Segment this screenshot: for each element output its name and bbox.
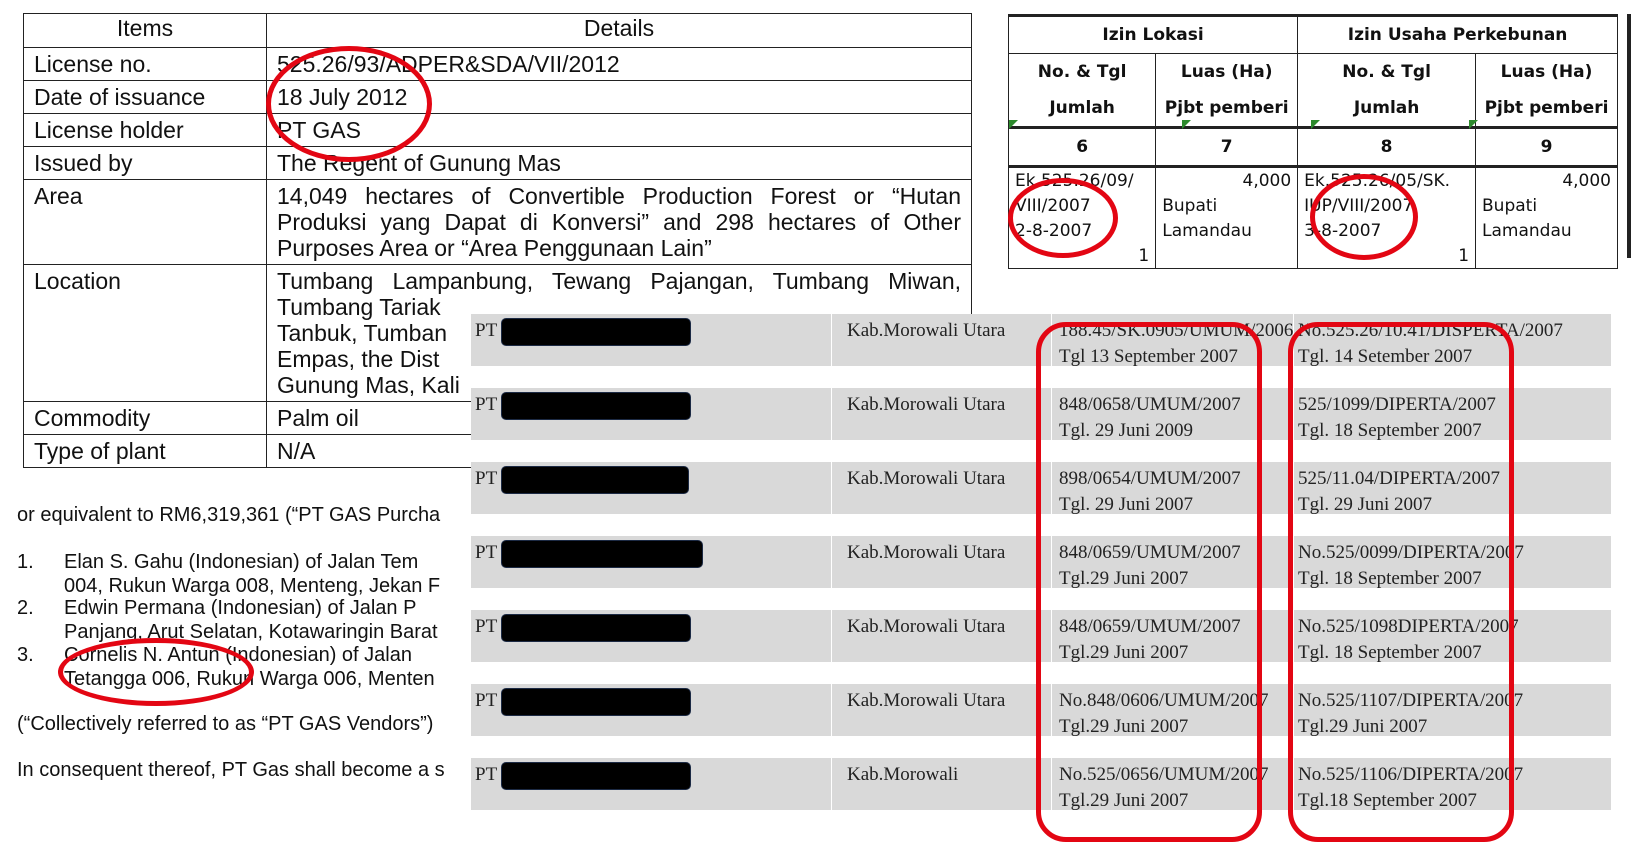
cell-marker-icon — [1311, 120, 1320, 129]
consequent-text: In consequent thereof, PT Gas shall beco… — [17, 759, 445, 781]
company-prefix: PT — [475, 542, 498, 563]
table-cell: Lamandau — [1475, 218, 1618, 243]
redaction-bar — [501, 540, 703, 568]
col-header: No. & Tgl — [1297, 53, 1477, 90]
list-item-number: 1. — [17, 551, 34, 573]
list-item: Edwin Permana (Indonesian) of Jalan P — [64, 597, 417, 619]
table-cell — [1155, 243, 1299, 269]
redaction-bar — [501, 762, 691, 790]
row-label: Issued by — [23, 146, 267, 180]
row-label: Commodity — [23, 401, 267, 435]
izin-subheader: No. & Tgl Luas (Ha) No. & Tgl Luas (Ha) — [1007, 53, 1618, 90]
location: Kab.Morowali Utara — [847, 616, 1006, 637]
column-divider — [831, 462, 832, 540]
table-cell: Bupati — [1155, 193, 1299, 218]
row-label: Type of plant — [23, 434, 267, 468]
table-cell: Lamandau — [1155, 218, 1299, 243]
table-cell: Bupati — [1475, 193, 1618, 218]
company-prefix: PT — [475, 764, 498, 785]
date-highlight-ellipse — [266, 46, 432, 162]
table-cell: 4,000 — [1475, 166, 1618, 193]
table-row: Area 14,049 hectares of Convertible Prod… — [23, 179, 972, 265]
cell-marker-icon — [1009, 120, 1018, 129]
company-prefix: PT — [475, 320, 498, 341]
collective-note: (“Collectively referred to as “PT GAS Ve… — [17, 713, 434, 735]
col-number: 7 — [1155, 127, 1299, 167]
row-label: Area — [23, 179, 267, 265]
row-label: License no. — [23, 47, 267, 81]
col-header: No. & Tgl — [1007, 53, 1157, 90]
izin-column-numbers: 6 7 8 9 — [1007, 127, 1618, 167]
list-item: 004, Rukun Warga 008, Menteng, Jekan F — [64, 575, 441, 597]
table-row: Issued by The Regent of Gunung Mas — [23, 146, 972, 180]
redaction-bar — [501, 318, 691, 346]
location: Kab.Morowali Utara — [847, 690, 1006, 711]
list-item-number: 3. — [17, 644, 34, 666]
column-divider — [831, 684, 832, 762]
list-item: Elan S. Gahu (Indonesian) of Jalan Tem — [64, 551, 419, 573]
location: Kab.Morowali Utara — [847, 542, 1006, 563]
column-divider — [831, 388, 832, 466]
table-border-bar — [1627, 14, 1631, 258]
col-header: Luas (Ha) — [1475, 53, 1618, 90]
col-header: Pjbt pemberi — [1155, 90, 1299, 128]
col-header: Jumlah — [1007, 90, 1157, 128]
header-items: Items — [23, 13, 267, 48]
company-prefix: PT — [475, 616, 498, 637]
location-line: Tumbang Lampanbung, Tewang Pajangan, Tum… — [277, 268, 961, 294]
col-header: Pjbt pemberi — [1475, 90, 1618, 128]
redaction-bar — [501, 392, 691, 420]
vendors-intro: or equivalent to RM6,319,361 (“PT GAS Pu… — [17, 504, 441, 526]
area-line: 14,049 hectares of Convertible Productio… — [277, 183, 961, 209]
redaction-bar — [501, 614, 691, 642]
cell-marker-icon — [1469, 120, 1478, 129]
izin-lokasi-highlight-box — [1036, 322, 1262, 842]
location: Kab.Morowali Utara — [847, 394, 1006, 415]
date-highlight-ellipse — [1008, 178, 1118, 258]
location: Kab.Morowali — [847, 764, 959, 785]
table-row: Date of issuance 18 July 2012 — [23, 80, 972, 114]
row-label: Date of issuance — [23, 80, 267, 114]
area-value: 14,049 hectares of Convertible Productio… — [266, 179, 972, 265]
izin-lokasi-heading: Izin Lokasi — [1007, 15, 1299, 54]
redaction-bar — [501, 466, 689, 494]
list-item-number: 2. — [17, 597, 34, 619]
col-header: Luas (Ha) — [1155, 53, 1299, 90]
area-line: Produksi yang Dapat di Konversi” and 298… — [277, 209, 961, 235]
iup-highlight-box — [1288, 322, 1514, 842]
row-label: License holder — [23, 113, 267, 147]
table-row: License no. 525.26/93/ADPER&SDA/VII/2012 — [23, 47, 972, 81]
table-row: License holder PT GAS — [23, 113, 972, 147]
company-prefix: PT — [475, 690, 498, 711]
table-cell — [1475, 243, 1618, 269]
col-number: 9 — [1475, 127, 1618, 167]
table-cell: 4,000 — [1155, 166, 1299, 193]
header-details: Details — [266, 13, 972, 48]
column-divider — [831, 314, 832, 392]
redaction-bar — [501, 688, 691, 716]
date-highlight-ellipse — [1310, 174, 1418, 260]
location: Kab.Morowali Utara — [847, 468, 1006, 489]
cell-marker-icon — [1182, 120, 1191, 129]
col-header: Jumlah — [1297, 90, 1477, 128]
company-prefix: PT — [475, 468, 498, 489]
location: Kab.Morowali Utara — [847, 320, 1006, 341]
name-highlight-ellipse — [58, 638, 254, 706]
row-label: Location — [23, 264, 267, 402]
license-table-header: Items Details — [23, 13, 972, 48]
column-divider — [831, 610, 832, 688]
area-line: Purposes Area or “Area Penggunaan Lain” — [277, 235, 712, 261]
izin-group-header: Izin Lokasi Izin Usaha Perkebunan — [1007, 15, 1618, 54]
company-prefix: PT — [475, 394, 498, 415]
col-number: 6 — [1007, 127, 1157, 167]
col-number: 8 — [1297, 127, 1477, 167]
izin-usaha-heading: Izin Usaha Perkebunan — [1297, 15, 1618, 54]
column-divider — [831, 758, 832, 836]
column-divider — [831, 536, 832, 614]
